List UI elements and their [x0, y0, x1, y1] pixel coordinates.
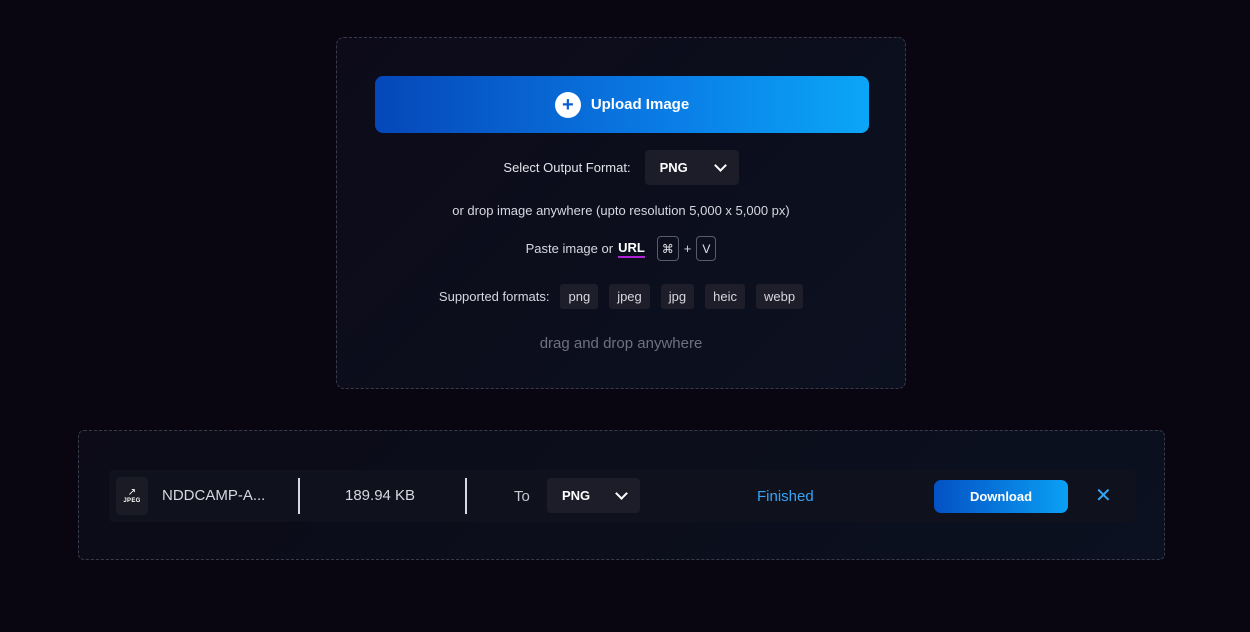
- file-list-panel: ↗ JPEG NDDCAMP-A... 189.94 KB To PNG Fin…: [78, 430, 1165, 560]
- cmd-key-icon: ⌘: [656, 236, 679, 261]
- format-chip: jpeg: [609, 284, 650, 309]
- v-key: V: [696, 236, 717, 261]
- divider: [465, 478, 467, 514]
- supported-formats-row: Supported formats: png jpeg jpg heic web…: [337, 284, 905, 309]
- close-icon[interactable]: ✕: [1095, 486, 1112, 506]
- plus-icon: +: [554, 91, 581, 118]
- jpeg-file-icon: ↗ JPEG: [116, 477, 148, 515]
- file-format-value: PNG: [562, 488, 591, 503]
- output-format-row: Select Output Format: PNG: [337, 150, 905, 185]
- upload-image-button[interactable]: + Upload Image: [375, 76, 869, 133]
- file-size: 189.94 KB: [345, 487, 416, 504]
- chevron-down-icon: [615, 486, 628, 500]
- paste-text: Paste image or: [525, 241, 614, 256]
- paste-row: Paste image or URL ⌘ + V: [337, 236, 905, 261]
- supported-formats-label: Supported formats:: [438, 289, 550, 304]
- format-chip: jpg: [660, 284, 695, 309]
- download-button[interactable]: Download: [934, 480, 1068, 513]
- output-format-select[interactable]: PNG: [644, 150, 739, 185]
- divider: [298, 478, 300, 514]
- upload-dropzone[interactable]: + Upload Image Select Output Format: PNG…: [336, 37, 906, 389]
- format-chip: png: [560, 284, 599, 309]
- format-chip: webp: [755, 284, 804, 309]
- output-format-value: PNG: [659, 160, 688, 175]
- to-label: To: [514, 488, 530, 505]
- drop-note: or drop image anywhere (upto resolution …: [452, 203, 790, 218]
- key-plus: +: [683, 241, 692, 256]
- upload-button-label: Upload Image: [590, 96, 690, 113]
- file-format-select[interactable]: PNG: [547, 478, 640, 513]
- status-text: Finished: [757, 488, 814, 505]
- chevron-down-icon: [713, 158, 727, 172]
- format-chip: heic: [705, 284, 745, 309]
- output-format-label: Select Output Format:: [503, 160, 631, 175]
- file-name: NDDCAMP-A...: [162, 487, 266, 504]
- drag-drop-hint: drag and drop anywhere: [539, 335, 703, 352]
- url-link[interactable]: URL: [618, 240, 645, 258]
- file-row: ↗ JPEG NDDCAMP-A... 189.94 KB To PNG Fin…: [109, 470, 1136, 522]
